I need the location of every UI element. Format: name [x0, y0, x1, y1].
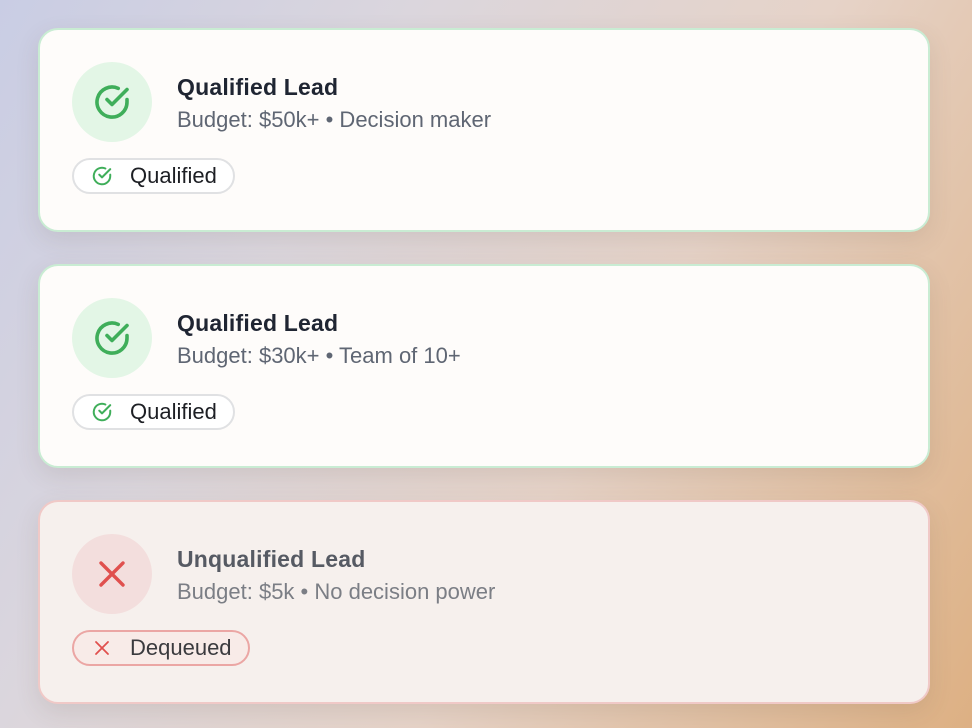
check-circle-icon	[95, 85, 129, 119]
status-badge: Dequeued	[72, 630, 250, 666]
status-badge: Qualified	[72, 158, 235, 194]
check-circle-icon	[95, 321, 129, 355]
status-badge-label: Dequeued	[130, 635, 232, 660]
lead-details: Budget: $50k+ • Decision maker	[177, 107, 492, 132]
lead-card[interactable]: Qualified Lead Budget: $50k+ • Decision …	[38, 28, 930, 232]
lead-title: Qualified Lead	[177, 310, 339, 336]
x-icon	[99, 561, 125, 587]
check-circle-icon	[90, 164, 114, 188]
lead-card[interactable]: Unqualified Lead Budget: $5k • No decisi…	[38, 500, 930, 704]
lead-title: Qualified Lead	[177, 74, 339, 100]
x-icon	[90, 636, 114, 660]
lead-details: Budget: $5k • No decision power	[177, 579, 496, 604]
lead-list: Qualified Lead Budget: $50k+ • Decision …	[38, 28, 930, 728]
status-indicator	[72, 298, 152, 378]
status-indicator	[72, 534, 152, 614]
status-indicator	[72, 62, 152, 142]
check-circle-icon	[90, 400, 114, 424]
lead-details: Budget: $30k+ • Team of 10+	[177, 343, 461, 368]
lead-title: Unqualified Lead	[177, 546, 366, 572]
status-badge: Qualified	[72, 394, 235, 430]
status-badge-label: Qualified	[130, 163, 217, 188]
lead-card[interactable]: Qualified Lead Budget: $30k+ • Team of 1…	[38, 264, 930, 468]
status-badge-label: Qualified	[130, 399, 217, 424]
